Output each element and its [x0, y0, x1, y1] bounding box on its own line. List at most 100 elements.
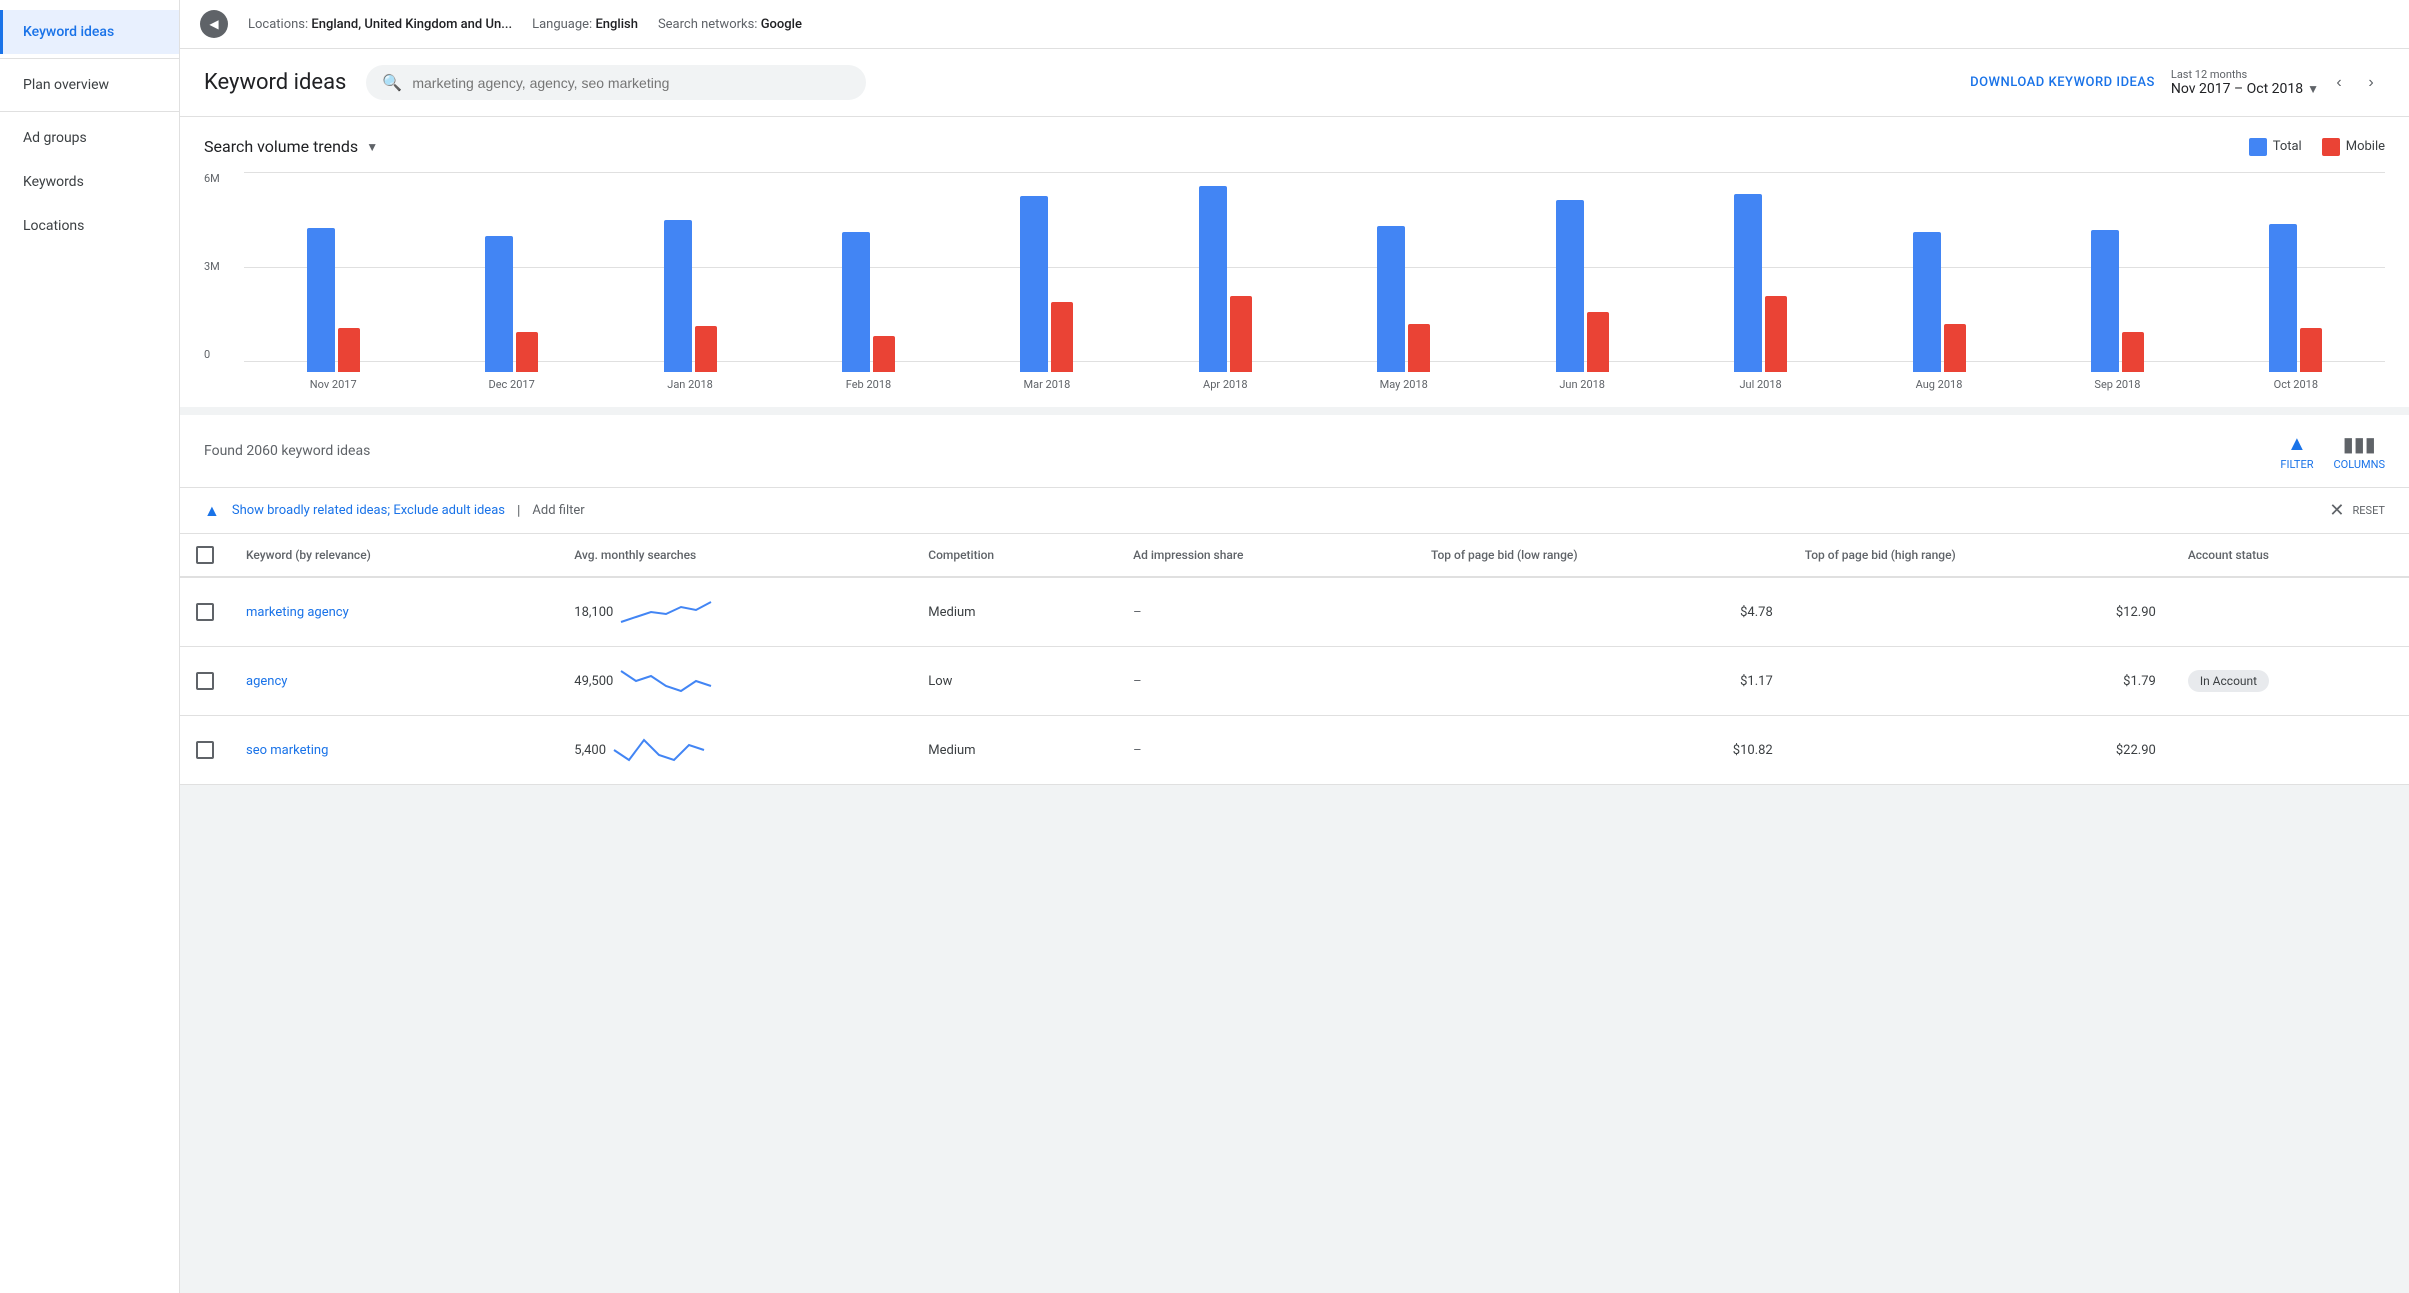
- td-avg-monthly: 5,400: [558, 716, 912, 785]
- keywords-actions: ▲ FILTER ▮▮▮ COLUMNS: [2280, 431, 2385, 471]
- download-keyword-ideas-button[interactable]: DOWNLOAD KEYWORD IDEAS: [1970, 75, 2155, 90]
- keyword-link-2[interactable]: seo marketing: [246, 743, 328, 758]
- th-competition: Competition: [912, 534, 1117, 577]
- trend-cell-0: 18,100: [574, 592, 896, 632]
- td-competition: Low: [912, 647, 1117, 716]
- chevron-down-icon[interactable]: ▼: [2307, 82, 2319, 96]
- date-nav: ‹ ›: [2325, 69, 2385, 97]
- sidebar-item-ad-groups[interactable]: Ad groups: [0, 116, 179, 160]
- date-next-button[interactable]: ›: [2357, 69, 2385, 97]
- add-filter-button[interactable]: Add filter: [532, 503, 584, 518]
- y-label-bottom: 0: [204, 348, 239, 361]
- bar-total: [1377, 226, 1405, 372]
- td-top-page-low: $1.17: [1415, 647, 1789, 716]
- filter-button[interactable]: ▲ FILTER: [2280, 431, 2313, 471]
- bar-total: [664, 220, 692, 372]
- bars-row: [244, 172, 2385, 372]
- bar-group: [1850, 232, 2028, 372]
- td-avg-monthly: 18,100: [558, 577, 912, 647]
- chart-header: Search volume trends ▼ Total Mobile: [204, 137, 2385, 156]
- chart-title: Search volume trends: [204, 137, 358, 156]
- sidebar-item-locations[interactable]: Locations: [0, 204, 179, 248]
- search-icon: 🔍: [382, 73, 402, 92]
- reset-filter-button[interactable]: RESET: [2353, 504, 2385, 517]
- th-ad-impression: Ad impression share: [1117, 534, 1415, 577]
- bar-mobile: [1765, 296, 1787, 372]
- bar-mobile: [1230, 296, 1252, 372]
- search-input[interactable]: marketing agency, agency, seo marketing: [412, 75, 850, 91]
- bar-group: [2028, 230, 2206, 372]
- bar-group: [958, 196, 1136, 372]
- filter-text[interactable]: Show broadly related ideas; Exclude adul…: [232, 503, 505, 518]
- bar-group: [601, 220, 779, 372]
- sidebar-divider: [0, 111, 179, 112]
- sidebar-item-plan-overview[interactable]: Plan overview: [0, 63, 179, 107]
- keywords-section: Found 2060 keyword ideas ▲ FILTER ▮▮▮ CO…: [180, 415, 2409, 785]
- keyword-link-1[interactable]: agency: [246, 674, 287, 689]
- sidebar-item-keywords[interactable]: Keywords: [0, 160, 179, 204]
- td-account-status: [2172, 716, 2409, 785]
- bar-group: [1493, 200, 1671, 372]
- top-bar: ◀ Locations: England, United Kingdom and…: [180, 0, 2409, 49]
- sidebar-item-keyword-ideas[interactable]: Keyword ideas: [0, 10, 179, 54]
- bar-chart-area: Nov 2017Dec 2017Jan 2018Feb 2018Mar 2018…: [244, 172, 2385, 391]
- row-checkbox-1[interactable]: [196, 672, 214, 690]
- table-header-row: Keyword (by relevance) Avg. monthly sear…: [180, 534, 2409, 577]
- date-range-value: Nov 2017 – Oct 2018: [2171, 81, 2303, 97]
- x-label: Jan 2018: [601, 378, 779, 391]
- x-label: Jul 2018: [1671, 378, 1849, 391]
- td-top-page-high: $1.79: [1789, 647, 2172, 716]
- row-checkbox-0[interactable]: [196, 603, 214, 621]
- bar-group: [1671, 194, 1849, 372]
- td-checkbox: [180, 647, 230, 716]
- filter-label: FILTER: [2280, 458, 2313, 471]
- chart-dropdown-icon[interactable]: ▼: [366, 140, 378, 154]
- columns-icon: ▮▮▮: [2343, 432, 2376, 456]
- row-checkbox-2[interactable]: [196, 741, 214, 759]
- sidebar-collapse-btn[interactable]: ◀: [200, 10, 228, 38]
- in-account-badge-1: In Account: [2188, 670, 2269, 692]
- td-ad-impression: –: [1117, 577, 1415, 647]
- td-checkbox: [180, 577, 230, 647]
- bar-mobile: [1587, 312, 1609, 372]
- bar-group: [1315, 226, 1493, 372]
- close-filter-button[interactable]: ✕: [2329, 500, 2344, 521]
- columns-button[interactable]: ▮▮▮ COLUMNS: [2334, 432, 2385, 471]
- bar-group: [779, 232, 957, 372]
- legend-total-label: Total: [2273, 139, 2302, 154]
- date-prev-button[interactable]: ‹: [2325, 69, 2353, 97]
- monthly-searches-1: 49,500: [574, 674, 613, 689]
- table-row: agency 49,500 Low – $1.17 $1.79 In Accou…: [180, 647, 2409, 716]
- bar-mobile: [695, 326, 717, 372]
- keyword-link-0[interactable]: marketing agency: [246, 605, 349, 620]
- select-all-checkbox[interactable]: [196, 546, 214, 564]
- bar-group: [244, 228, 422, 372]
- x-label: Jun 2018: [1493, 378, 1671, 391]
- th-checkbox: [180, 534, 230, 577]
- td-keyword: agency: [230, 647, 558, 716]
- td-top-page-high: $12.90: [1789, 577, 2172, 647]
- td-keyword: marketing agency: [230, 577, 558, 647]
- chart-section: Search volume trends ▼ Total Mobile: [180, 117, 2409, 407]
- sparkline-1: [621, 661, 711, 701]
- bar-total: [307, 228, 335, 372]
- td-competition: Medium: [912, 577, 1117, 647]
- td-top-page-high: $22.90: [1789, 716, 2172, 785]
- td-top-page-low: $10.82: [1415, 716, 1789, 785]
- filter-icon: ▲: [2287, 431, 2307, 456]
- keywords-header: Found 2060 keyword ideas ▲ FILTER ▮▮▮ CO…: [180, 415, 2409, 488]
- topbar-search-networks: Search networks: Google: [658, 17, 802, 32]
- td-avg-monthly: 49,500: [558, 647, 912, 716]
- table-row: marketing agency 18,100 Medium – $4.78 $…: [180, 577, 2409, 647]
- th-top-page-low: Top of page bid (low range): [1415, 534, 1789, 577]
- filter-bar-icon: ▲: [204, 501, 220, 521]
- monthly-searches-0: 18,100: [574, 605, 613, 620]
- td-competition: Medium: [912, 716, 1117, 785]
- y-label-mid: 3M: [204, 260, 239, 273]
- th-avg-monthly: Avg. monthly searches: [558, 534, 912, 577]
- page-body: Search volume trends ▼ Total Mobile: [180, 117, 2409, 1293]
- x-label: Sep 2018: [2028, 378, 2206, 391]
- main-content: ◀ Locations: England, United Kingdom and…: [180, 0, 2409, 1293]
- chart-legend: Total Mobile: [2249, 138, 2385, 156]
- legend-mobile-swatch: [2322, 138, 2340, 156]
